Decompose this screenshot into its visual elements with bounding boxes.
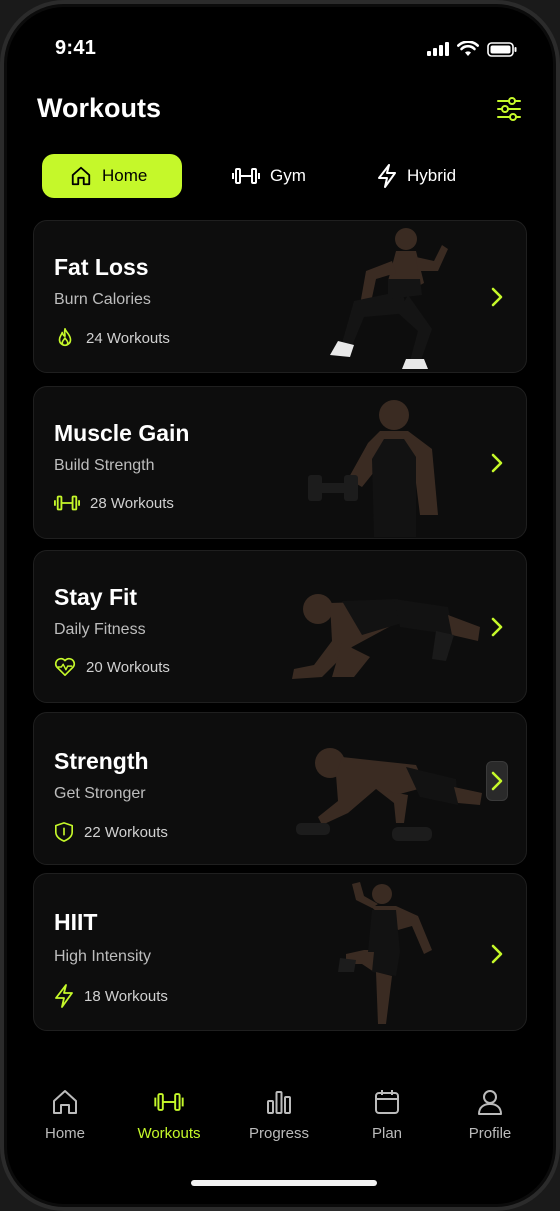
user-icon [478, 1090, 502, 1115]
workout-card-strength[interactable]: Strength Get Stronger 22 Workouts [33, 712, 527, 865]
card-subtitle: Daily Fitness [54, 621, 146, 638]
plank-photo [292, 594, 480, 679]
nav-item-profile[interactable]: Profile [440, 1087, 540, 1142]
nav-label: Profile [468, 1125, 512, 1142]
nav-label: Home [44, 1125, 85, 1142]
app-screen: 9:41 Workouts Home Gym Hybrid Fat Loss B… [7, 7, 553, 1204]
chevron-right-icon[interactable] [488, 942, 506, 966]
tab-home-label: Home [102, 166, 148, 185]
tab-gym[interactable]: Gym [232, 154, 306, 198]
dumbbell-icon [154, 1093, 184, 1111]
chevron-right-icon[interactable] [488, 615, 506, 639]
card-subtitle: Get Stronger [54, 785, 146, 802]
status-time: 9:41 [55, 37, 97, 59]
tab-hybrid[interactable]: Hybrid [377, 154, 456, 198]
card-count-label: 20 Workouts [86, 658, 170, 676]
status-bar: 9:41 [7, 35, 553, 65]
card-workout-count: 28 Workouts [54, 493, 174, 513]
dumbbell-curl-photo [308, 400, 438, 537]
card-count-label: 28 Workouts [90, 494, 174, 512]
category-tabs: Home Gym Hybrid [42, 154, 527, 200]
heartbeat-icon [54, 657, 76, 676]
chevron-right-icon [491, 771, 503, 791]
nav-item-plan[interactable]: Plan [337, 1087, 437, 1142]
chevron-right-icon[interactable] [488, 285, 506, 309]
phone-frame: 9:41 Workouts Home Gym Hybrid Fat Loss B… [0, 0, 560, 1211]
card-workout-count: 24 Workouts [54, 327, 170, 349]
card-count-label: 22 Workouts [84, 823, 168, 841]
chevron-right-icon[interactable] [488, 451, 506, 475]
bottom-nav: Home Workouts Progress Plan Profile [7, 1087, 553, 1157]
shield-icon [55, 822, 73, 842]
card-subtitle: High Intensity [54, 948, 151, 965]
tab-gym-label: Gym [270, 166, 306, 185]
dumbbell-icon [54, 495, 80, 511]
workout-card-fat-loss[interactable]: Fat Loss Burn Calories 24 Workouts [33, 220, 527, 373]
wifi-icon [457, 41, 479, 56]
page-title: Workouts [37, 93, 162, 123]
workout-card-hiit[interactable]: HIIT High Intensity 18 Workouts [33, 873, 527, 1031]
card-subtitle: Build Strength [54, 457, 155, 474]
nav-label: Progress [248, 1125, 310, 1142]
card-title: Muscle Gain [54, 420, 190, 446]
next-card-button[interactable] [486, 761, 508, 801]
card-count-label: 24 Workouts [86, 329, 170, 347]
card-workout-count: 18 Workouts [54, 984, 168, 1008]
pushup-photo [296, 748, 482, 841]
tab-home[interactable]: Home [42, 154, 182, 198]
lightning-icon [378, 164, 396, 188]
filter-icon[interactable] [495, 95, 523, 123]
card-title: Strength [54, 748, 149, 774]
nav-item-progress[interactable]: Progress [229, 1087, 329, 1142]
card-title: HIIT [54, 909, 98, 935]
workout-card-muscle-gain[interactable]: Muscle Gain Build Strength 28 Workouts [33, 386, 527, 539]
home-icon [53, 1090, 77, 1114]
battery-icon [487, 41, 517, 57]
calendar-icon [375, 1090, 399, 1114]
high-knee-photo [338, 882, 432, 1024]
card-title: Stay Fit [54, 584, 138, 610]
nav-label: Plan [371, 1125, 403, 1142]
card-subtitle: Burn Calories [54, 291, 151, 308]
lightning-icon [55, 984, 73, 1008]
home-indicator [191, 1180, 377, 1186]
phone-bezel: 9:41 Workouts Home Gym Hybrid Fat Loss B… [4, 4, 556, 1207]
nav-label: Workouts [137, 1125, 201, 1142]
home-icon [71, 166, 91, 186]
bar-chart-icon [267, 1091, 291, 1114]
signal-icon [427, 42, 449, 56]
nav-item-workouts[interactable]: Workouts [119, 1087, 219, 1142]
card-workout-count: 20 Workouts [54, 657, 170, 677]
card-count-label: 18 Workouts [84, 987, 168, 1005]
flame-icon [58, 328, 72, 347]
tab-hybrid-label: Hybrid [407, 166, 457, 185]
status-icons [427, 41, 517, 57]
runner-photo [330, 228, 448, 369]
dumbbell-icon [232, 168, 260, 184]
card-title: Fat Loss [54, 254, 149, 280]
card-workout-count: 22 Workouts [54, 821, 168, 843]
workout-card-stay-fit[interactable]: Stay Fit Daily Fitness 20 Workouts [33, 550, 527, 703]
nav-item-home[interactable]: Home [15, 1087, 115, 1142]
